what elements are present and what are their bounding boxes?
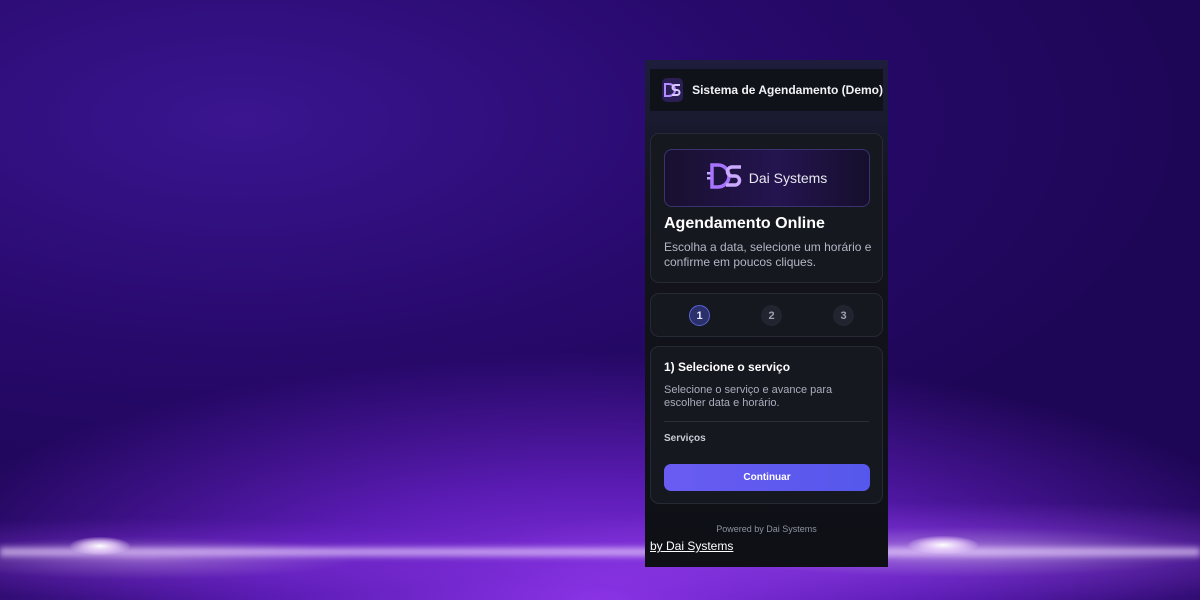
section-description: Selecione o serviço e avance para escolh… <box>664 384 833 409</box>
light-flare <box>70 537 130 555</box>
booking-app-panel: Sistema de Agendamento (Demo) Dai System… <box>645 60 888 567</box>
app-header: Sistema de Agendamento (Demo) <box>650 69 883 111</box>
dai-systems-link[interactable]: by Dai Systems <box>650 539 733 553</box>
brand-banner: Dai Systems <box>664 149 870 207</box>
step-2[interactable]: 2 <box>761 305 782 326</box>
powered-by-text: Powered by Dai Systems <box>716 524 817 534</box>
brand-name: Dai Systems <box>748 170 828 186</box>
divider <box>664 421 869 422</box>
horizon-glow <box>0 545 1200 559</box>
section-title: 1) Selecione o serviço <box>664 360 791 374</box>
light-flare <box>908 536 978 554</box>
service-selection-card: 1) Selecione o serviço Selecione o servi… <box>650 346 883 504</box>
purple-space-background <box>0 0 1200 600</box>
hero-description: Escolha a data, selecione um horário e c… <box>664 240 872 269</box>
services-label: Serviços <box>664 433 706 444</box>
hero-card: Dai Systems Agendamento Online Escolha a… <box>650 133 883 283</box>
ds-logo-icon <box>662 78 684 102</box>
step-3[interactable]: 3 <box>833 305 854 326</box>
app-title: Sistema de Agendamento (Demo) <box>692 83 883 97</box>
ds-logo-icon <box>706 162 743 194</box>
step-1[interactable]: 1 <box>689 305 710 326</box>
hero-title: Agendamento Online <box>664 215 825 232</box>
step-indicator: 1 2 3 <box>650 293 883 337</box>
continue-button[interactable]: Continuar <box>664 464 870 491</box>
